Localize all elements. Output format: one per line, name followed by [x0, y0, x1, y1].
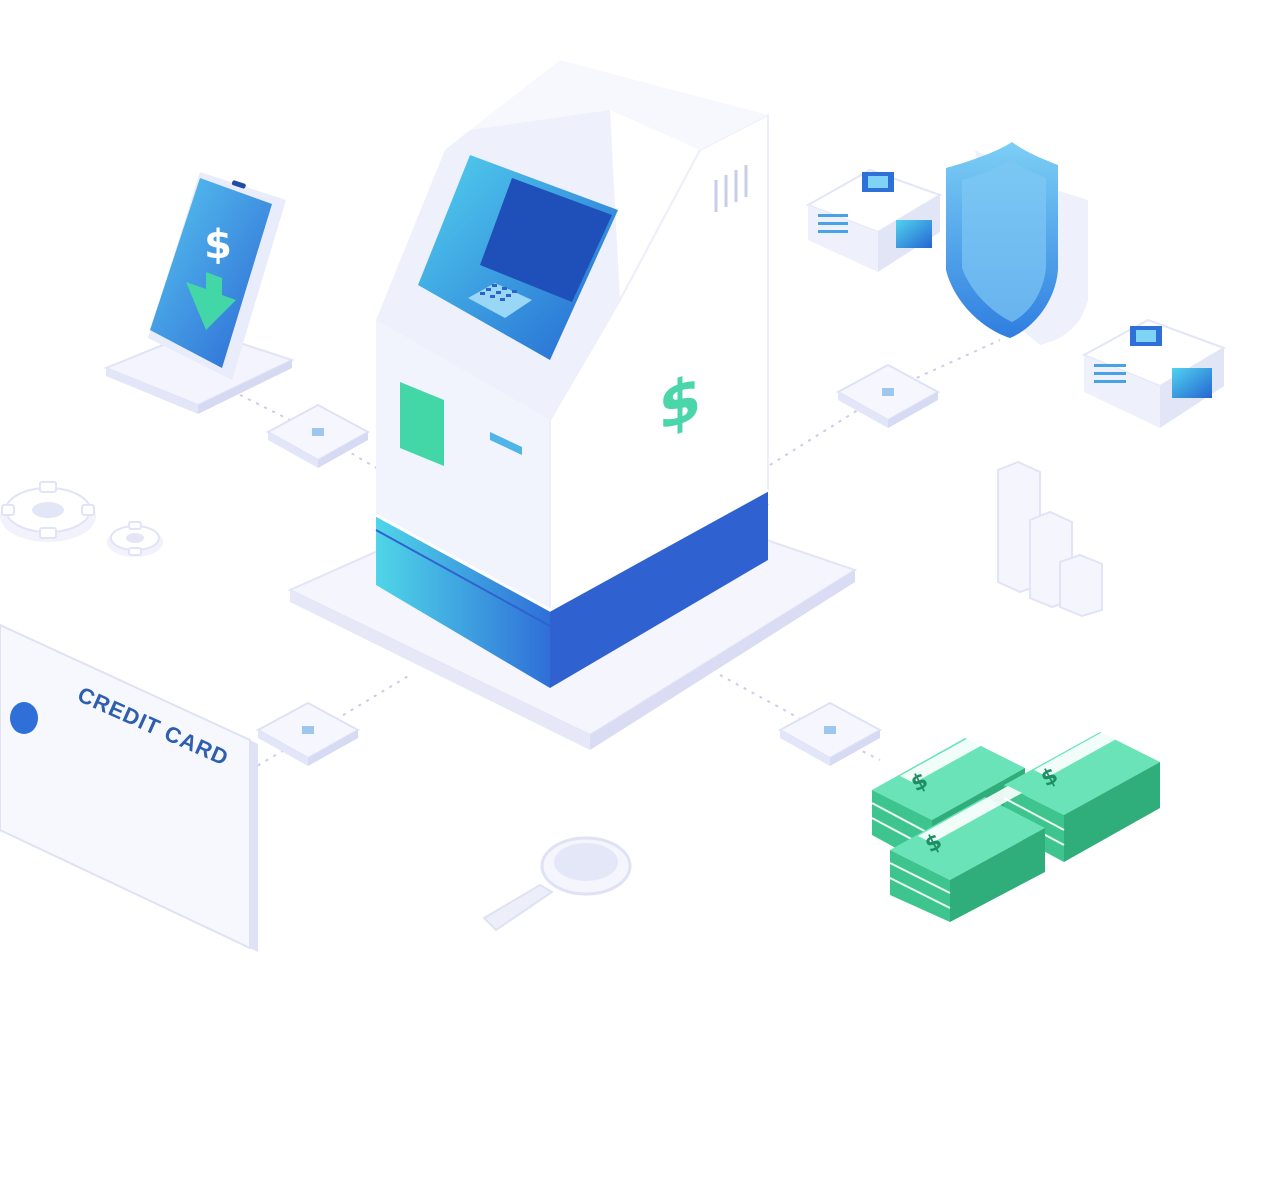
chip-node-icon [255, 701, 361, 766]
server-icon [805, 168, 943, 272]
atm-icon: $ [375, 60, 769, 688]
gear-icon [0, 481, 96, 542]
atm-dollar-sign: $ [658, 361, 701, 447]
credit-card-icon: CREDIT CARD [0, 623, 258, 952]
bar-chart-icon [997, 460, 1103, 618]
chip-node-icon [265, 403, 371, 468]
shield-icon [946, 142, 1088, 345]
phone-dollar-sign: $ [204, 222, 232, 268]
phone-icon: $ [103, 172, 295, 414]
fintech-isometric-illustration: $ $ CREDIT CARD $ $ $ [0, 60, 1227, 952]
magnifier-icon [482, 836, 632, 932]
server-icon [1081, 318, 1227, 428]
gear-icon [107, 521, 163, 557]
cash-stack-icon: $ $ $ [871, 720, 1160, 922]
chip-node-icon [835, 363, 941, 428]
chip-node-icon [777, 701, 883, 766]
